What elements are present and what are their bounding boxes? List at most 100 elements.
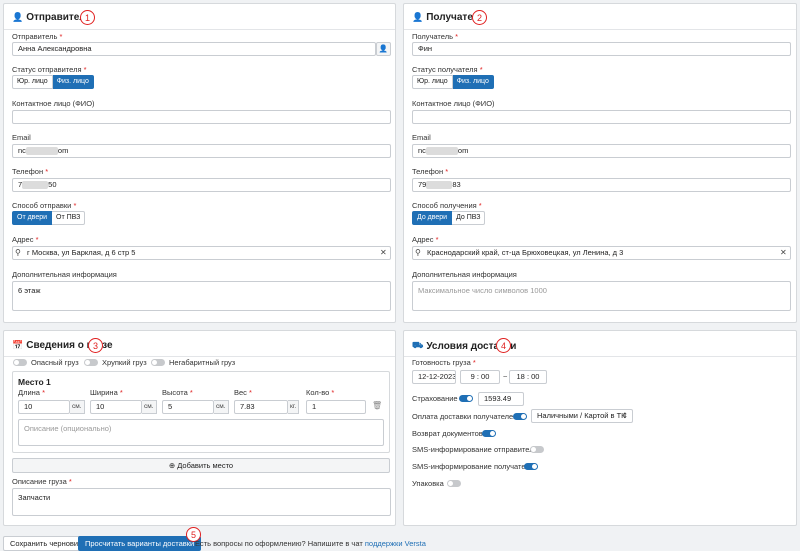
receiver-address-input[interactable]: Краснодарский край, ст-ца Брюховецкая, у…	[412, 246, 791, 260]
search-icon: ⚲	[15, 248, 21, 257]
sms-receiver-toggle[interactable]	[524, 463, 538, 470]
time-to-input[interactable]: 18 : 00	[509, 370, 547, 384]
receiver-contact-label: Контактное лицо (ФИО)	[412, 99, 495, 108]
trash-icon[interactable]: 🗑	[372, 401, 382, 410]
qty-label: Кол-во	[306, 388, 330, 397]
weight-unit: кг.	[288, 400, 300, 414]
sender-email-input[interactable]: nc om	[12, 144, 391, 158]
sender-method-door[interactable]: От двери	[12, 211, 53, 225]
length-input[interactable]: 10	[18, 400, 70, 414]
truck-icon: ⛟	[412, 340, 424, 350]
sender-panel: 👤 Отправитель 1 Отправитель * Анна Алекса…	[3, 3, 396, 323]
receiver-method-pickup[interactable]: До ПВЗ	[452, 211, 486, 225]
sender-method-label: Способ отправки	[12, 201, 72, 210]
annotation-badge: 1	[80, 10, 95, 25]
fragile-label: Хрупкий груз	[102, 358, 147, 367]
sender-info-textarea[interactable]: 6 этаж	[12, 281, 391, 311]
sort-icon: ⇕	[621, 411, 628, 420]
width-unit: см.	[142, 400, 157, 414]
annotation-badge: 3	[88, 338, 103, 353]
time-from-input[interactable]: 9 : 00	[460, 370, 500, 384]
sender-email-label: Email	[12, 133, 31, 142]
sender-status-individual[interactable]: Физ. лицо	[52, 75, 94, 89]
length-label: Длина	[18, 388, 40, 397]
receiver-status-legal[interactable]: Юр. лицо	[412, 75, 453, 89]
sender-address-input[interactable]: г Москва, ул Барклая, д 6 стр 5	[12, 246, 391, 260]
receiver-phone-label: Телефон	[412, 167, 444, 176]
sender-contact-label: Контактное лицо (ФИО)	[12, 99, 95, 108]
user-icon: 👤	[12, 12, 24, 22]
calculate-button[interactable]: Просчитать варианты доставки	[78, 536, 202, 551]
width-input[interactable]: 10	[90, 400, 142, 414]
sender-address-label: Адрес	[12, 235, 34, 244]
payment-select[interactable]: Наличными / Картой в ТК ⇕	[531, 409, 633, 423]
dangerous-toggle[interactable]	[13, 359, 27, 366]
support-link[interactable]: поддержки Versta	[365, 539, 426, 548]
receiver-status-label: Статус получателя	[412, 65, 478, 74]
cargo-desc-textarea[interactable]: Запчасти	[12, 488, 391, 516]
docs-toggle[interactable]	[482, 430, 496, 437]
sender-method-pickup[interactable]: От ПВЗ	[52, 211, 86, 225]
receiver-method-door[interactable]: До двери	[412, 211, 453, 225]
receiver-email-input[interactable]: nc om	[412, 144, 791, 158]
sender-name-input[interactable]: Анна Александровна	[12, 42, 376, 56]
height-label: Высота	[162, 388, 188, 397]
annotation-badge: 4	[496, 338, 511, 353]
oversized-toggle[interactable]	[151, 359, 165, 366]
insurance-input[interactable]: 1593.49	[478, 392, 524, 406]
height-input[interactable]: 5	[162, 400, 214, 414]
payment-toggle[interactable]	[513, 413, 527, 420]
sender-info-label: Дополнительная информация	[12, 270, 117, 279]
time-dash: ~	[503, 372, 508, 381]
clear-icon[interactable]: ✕	[380, 248, 387, 257]
save-draft-button[interactable]: Сохранить черновик	[3, 536, 89, 551]
insurance-label: Страхование	[412, 394, 458, 403]
delivery-panel: ⛟ Условия доставки 4 Готовность груза * 1…	[403, 330, 797, 526]
clear-icon[interactable]: ✕	[780, 248, 787, 257]
calendar-icon: 📅	[12, 340, 24, 350]
address-book-icon: 👤	[378, 44, 389, 53]
insurance-toggle[interactable]	[459, 395, 473, 402]
receiver-method-label: Способ получения	[412, 201, 477, 210]
receiver-status-individual[interactable]: Физ. лицо	[452, 75, 494, 89]
receiver-email-label: Email	[412, 133, 431, 142]
annotation-badge: 2	[472, 10, 487, 25]
receiver-panel: 👤 Получатель 2 Получатель * Фин Статус по…	[403, 3, 797, 323]
receiver-address-label: Адрес	[412, 235, 434, 244]
place-description-textarea[interactable]: Описание (опционально)	[18, 419, 384, 446]
sender-status-legal[interactable]: Юр. лицо	[12, 75, 53, 89]
cargo-desc-label: Описание груза	[12, 477, 67, 486]
sms-sender-label: SMS-информирование отправителя	[412, 445, 538, 454]
place-title: Место 1	[18, 377, 51, 387]
sender-name-label: Отправитель	[12, 32, 58, 41]
sms-receiver-label: SMS-информирование получателя	[412, 462, 534, 471]
receiver-contact-input[interactable]	[412, 110, 791, 124]
cargo-panel: 📅 Сведения о грузе 3 Опасный груз Хрупкий…	[3, 330, 396, 526]
oversized-label: Негабаритный груз	[169, 358, 236, 367]
help-text: Есть вопросы по оформлению? Напишите в ч…	[195, 539, 426, 548]
user-icon: 👤	[412, 12, 424, 22]
payment-label: Оплата доставки получателем	[412, 412, 519, 421]
sender-contact-input[interactable]	[12, 110, 391, 124]
packing-toggle[interactable]	[447, 480, 461, 487]
date-input[interactable]: 12-12-2023	[412, 370, 456, 384]
sender-status-label: Статус отправителя	[12, 65, 82, 74]
docs-label: Возврат документов	[412, 429, 483, 438]
receiver-name-input[interactable]: Фин	[412, 42, 791, 56]
search-icon: ⚲	[415, 248, 421, 257]
receiver-info-label: Дополнительная информация	[412, 270, 517, 279]
receiver-phone-input[interactable]: 79 83	[412, 178, 791, 192]
add-place-button[interactable]: ⊕ Добавить место	[12, 458, 390, 473]
contact-book-button[interactable]: 👤	[376, 42, 391, 56]
fragile-toggle[interactable]	[84, 359, 98, 366]
sender-phone-input[interactable]: 7 50	[12, 178, 391, 192]
length-unit: см.	[70, 400, 85, 414]
packing-label: Упаковка	[412, 479, 444, 488]
receiver-info-textarea[interactable]: Максимальное число символов 1000	[412, 281, 791, 311]
width-label: Ширина	[90, 388, 118, 397]
qty-input[interactable]: 1	[306, 400, 366, 414]
receiver-name-label: Получатель	[412, 32, 453, 41]
sms-sender-toggle[interactable]	[530, 446, 544, 453]
plus-icon: ⊕	[168, 461, 176, 470]
weight-input[interactable]: 7.83	[234, 400, 288, 414]
